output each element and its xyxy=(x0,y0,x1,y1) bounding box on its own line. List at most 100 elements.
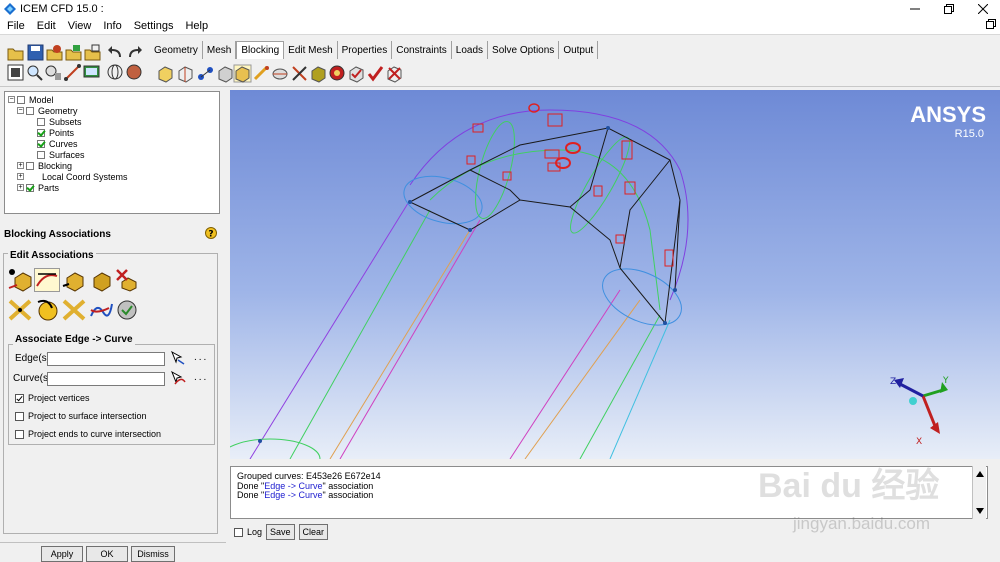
save-log-button[interactable]: Save xyxy=(266,524,295,540)
tab-loads[interactable]: Loads xyxy=(452,41,489,59)
tab-properties[interactable]: Properties xyxy=(338,41,393,59)
restore-button[interactable] xyxy=(932,0,966,17)
message-scrollbar[interactable] xyxy=(972,466,986,519)
select-curve-icon[interactable] xyxy=(170,370,186,386)
save-icon[interactable] xyxy=(26,43,45,62)
group-curve-icon[interactable] xyxy=(88,298,114,322)
model-checkbox[interactable] xyxy=(17,95,25,104)
surfaces-checkbox[interactable] xyxy=(37,150,45,159)
tab-constraints[interactable]: Constraints xyxy=(392,41,452,59)
wireframe-icon[interactable] xyxy=(106,63,125,82)
menu-edit[interactable]: Edit xyxy=(30,20,61,32)
apply-button[interactable]: Apply xyxy=(41,546,83,562)
parts-checkbox[interactable] xyxy=(26,183,34,192)
tree-item-points[interactable]: Points xyxy=(37,127,74,138)
log-option[interactable]: Log xyxy=(234,527,262,537)
merge-vertices-icon[interactable] xyxy=(196,64,215,83)
project-vertices-option[interactable]: Project vertices xyxy=(15,393,90,403)
create-block-icon[interactable] xyxy=(156,64,175,83)
points-checkbox[interactable] xyxy=(37,128,45,137)
expand-icon[interactable]: + xyxy=(17,173,24,180)
project-surface-checkbox[interactable] xyxy=(15,411,24,421)
expand-icon[interactable]: + xyxy=(17,184,24,191)
graphics-viewport[interactable]: Z Y X ANSYS R15.0 xyxy=(230,90,1000,459)
menu-file[interactable]: File xyxy=(0,20,30,32)
minimize-button[interactable] xyxy=(898,0,932,17)
auto-associate-icon[interactable] xyxy=(114,298,140,322)
transform-icon[interactable] xyxy=(271,64,290,83)
project-surface-option[interactable]: Project to surface intersection xyxy=(15,411,147,421)
tree-item-subsets[interactable]: Subsets xyxy=(37,116,82,127)
open-mesh-icon[interactable] xyxy=(83,43,102,62)
curves-input[interactable] xyxy=(47,372,165,386)
project-ends-option[interactable]: Project ends to curve intersection xyxy=(15,429,161,439)
log-checkbox[interactable] xyxy=(234,527,243,537)
solid-icon[interactable] xyxy=(125,63,144,82)
collapse-icon[interactable]: − xyxy=(17,107,24,114)
tab-edit-mesh[interactable]: Edit Mesh xyxy=(284,41,338,59)
fit-window-icon[interactable] xyxy=(6,63,25,82)
dismiss-button[interactable]: Dismiss xyxy=(131,546,175,562)
close-button[interactable] xyxy=(966,0,1000,17)
open-blocking-icon[interactable] xyxy=(64,43,83,62)
split-block-icon[interactable] xyxy=(176,64,195,83)
project-ends-checkbox[interactable] xyxy=(15,429,24,439)
associate-icon[interactable] xyxy=(233,64,252,83)
clear-log-button[interactable]: Clear xyxy=(298,524,329,540)
disassociate-icon[interactable] xyxy=(88,268,114,292)
curves-checkbox[interactable] xyxy=(37,139,45,148)
menu-help[interactable]: Help xyxy=(178,20,213,32)
pre-mesh-smooth-icon[interactable] xyxy=(328,64,347,83)
blocking-checkbox[interactable] xyxy=(26,161,34,170)
select-edge-icon[interactable] xyxy=(170,350,186,366)
tree-item-parts[interactable]: + Parts xyxy=(17,182,59,193)
associate-face-icon[interactable] xyxy=(61,268,87,292)
subsets-checkbox[interactable] xyxy=(37,117,45,126)
open-geometry-icon[interactable] xyxy=(45,43,64,62)
inner-restore-icon[interactable] xyxy=(986,19,996,29)
curves-more-button[interactable]: ... xyxy=(194,372,208,383)
distance-icon[interactable] xyxy=(63,63,82,82)
collapse-icon[interactable]: − xyxy=(8,96,15,103)
menu-view[interactable]: View xyxy=(61,20,97,32)
update-associations-icon[interactable] xyxy=(34,298,60,322)
tree-item-model[interactable]: − Model xyxy=(8,94,54,105)
tree-item-curves[interactable]: Curves xyxy=(37,138,78,149)
ok-button[interactable]: OK xyxy=(86,546,128,562)
menu-settings[interactable]: Settings xyxy=(127,20,179,32)
expand-icon[interactable]: + xyxy=(17,162,24,169)
measure-icon[interactable] xyxy=(44,63,63,82)
scroll-up-icon[interactable] xyxy=(973,468,987,480)
tree-item-geometry[interactable]: − Geometry xyxy=(17,105,78,116)
delete-association-icon[interactable] xyxy=(114,268,140,292)
move-vertex-icon[interactable] xyxy=(252,64,271,83)
undo-icon[interactable] xyxy=(106,43,125,62)
project-vertices-checkbox[interactable] xyxy=(15,393,24,403)
edges-input[interactable] xyxy=(47,352,165,366)
tab-solve-options[interactable]: Solve Options xyxy=(488,41,560,59)
delete-block-icon[interactable] xyxy=(385,64,404,83)
reset-associations-icon[interactable] xyxy=(61,298,87,322)
zoom-icon[interactable] xyxy=(25,63,44,82)
tab-mesh[interactable]: Mesh xyxy=(203,41,237,59)
check-blocks-icon[interactable] xyxy=(347,64,366,83)
tab-blocking[interactable]: Blocking xyxy=(236,41,285,59)
tree-item-blocking[interactable]: + Blocking xyxy=(17,160,72,171)
display-icon[interactable] xyxy=(82,63,101,82)
scroll-down-icon[interactable] xyxy=(973,505,987,517)
geometry-checkbox[interactable] xyxy=(26,106,34,115)
redo-icon[interactable] xyxy=(125,43,144,62)
open-icon[interactable] xyxy=(6,43,25,62)
associate-vertex-icon[interactable] xyxy=(7,268,33,292)
pre-mesh-params-icon[interactable] xyxy=(309,64,328,83)
menu-info[interactable]: Info xyxy=(96,20,126,32)
tab-output[interactable]: Output xyxy=(559,41,599,59)
snap-project-vertices-icon[interactable] xyxy=(7,298,33,322)
tree-item-local-coord[interactable]: + Local Coord Systems xyxy=(17,171,128,182)
associate-edge-curve-icon[interactable] xyxy=(34,268,60,292)
edit-edge-icon[interactable] xyxy=(290,64,309,83)
help-icon[interactable]: ? xyxy=(205,227,217,241)
tab-geometry[interactable]: Geometry xyxy=(150,41,203,59)
edges-more-button[interactable]: ... xyxy=(194,352,208,363)
check-mark-icon[interactable] xyxy=(366,64,385,83)
